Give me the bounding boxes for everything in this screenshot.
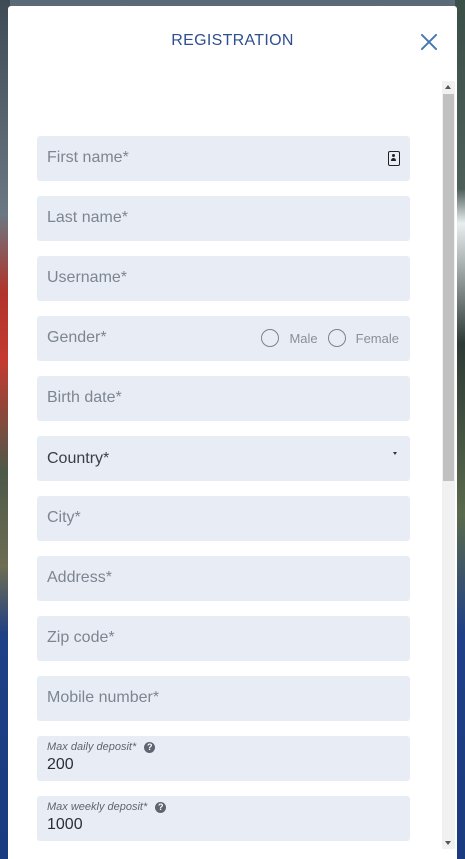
last-name-placeholder: Last name*	[47, 209, 128, 226]
gender-radio-group: Male Female	[251, 329, 399, 347]
vertical-scrollbar[interactable]	[442, 81, 455, 849]
max-daily-deposit-value: 200	[47, 756, 74, 773]
max-daily-deposit-label-text: Max daily deposit*	[47, 741, 137, 753]
help-circle-icon[interactable]: ?	[155, 801, 167, 813]
birth-date-placeholder: Birth date*	[47, 389, 122, 406]
max-weekly-deposit-value: 1000	[47, 816, 83, 833]
country-label: Country*	[47, 450, 110, 467]
female-label: Female	[355, 330, 399, 346]
form-scroll-area: First name* Last name* Username* Gender*…	[8, 76, 457, 859]
city-field[interactable]: City*	[37, 496, 410, 541]
zip-code-field[interactable]: Zip code*	[37, 616, 410, 661]
gender-male-radio[interactable]: Male	[261, 329, 318, 347]
close-icon[interactable]	[417, 30, 441, 54]
help-circle-icon[interactable]: ?	[144, 741, 156, 753]
scroll-up-arrow-icon[interactable]	[445, 85, 451, 89]
last-name-field[interactable]: Last name*	[37, 196, 410, 241]
scroll-down-arrow-icon[interactable]	[445, 841, 451, 845]
contact-card-icon[interactable]	[388, 151, 400, 166]
gender-field: Gender* Male Female	[37, 316, 410, 361]
caret-down-icon	[393, 452, 397, 455]
male-radio-circle[interactable]	[261, 329, 280, 347]
username-field[interactable]: Username*	[37, 256, 410, 301]
city-placeholder: City*	[47, 509, 81, 526]
birth-date-field[interactable]: Birth date*	[37, 376, 410, 421]
gender-female-radio[interactable]: Female	[327, 329, 399, 347]
max-daily-deposit-label: Max daily deposit* ?	[47, 741, 156, 753]
zip-code-placeholder: Zip code*	[47, 629, 115, 646]
male-label: Male	[289, 330, 318, 346]
username-placeholder: Username*	[47, 269, 128, 286]
mobile-number-placeholder: Mobile number*	[47, 689, 160, 706]
max-weekly-deposit-label-text: Max weekly deposit*	[47, 801, 148, 813]
max-daily-deposit-field[interactable]: Max daily deposit* ? 200	[37, 736, 410, 781]
address-placeholder: Address*	[47, 569, 112, 586]
address-field[interactable]: Address*	[37, 556, 410, 601]
mobile-number-field[interactable]: Mobile number*	[37, 676, 410, 721]
first-name-placeholder: First name*	[47, 149, 129, 166]
registration-modal: REGISTRATION First name* Last name* User…	[8, 6, 457, 859]
country-select[interactable]: Country*	[37, 436, 410, 481]
max-weekly-deposit-label: Max weekly deposit* ?	[47, 801, 167, 813]
first-name-field[interactable]: First name*	[37, 136, 410, 181]
modal-header: REGISTRATION	[8, 6, 457, 76]
modal-title: REGISTRATION	[171, 32, 294, 49]
female-radio-circle[interactable]	[327, 329, 346, 347]
gender-label: Gender*	[47, 329, 107, 346]
scrollbar-thumb[interactable]	[443, 94, 454, 481]
max-weekly-deposit-field[interactable]: Max weekly deposit* ? 1000	[37, 796, 410, 841]
